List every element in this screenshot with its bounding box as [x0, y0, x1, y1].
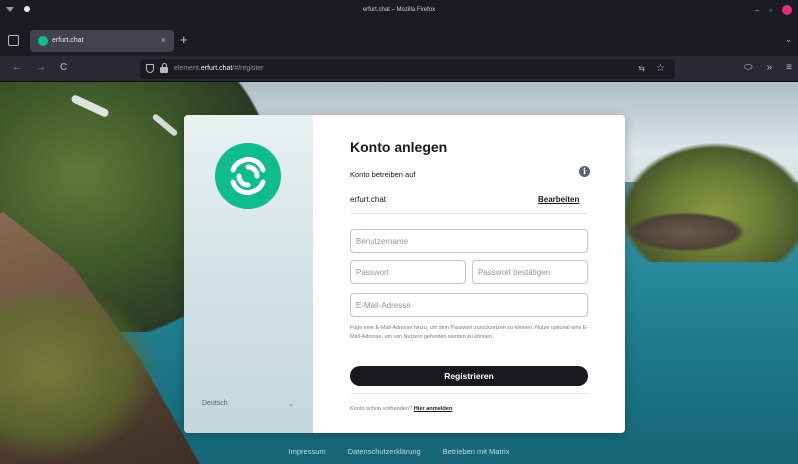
extensions-icon[interactable]: ⬭ — [744, 62, 753, 73]
page-title: Konto anlegen — [350, 139, 448, 155]
tracking-protection-icon[interactable] — [146, 64, 154, 73]
element-logo-icon — [230, 156, 266, 196]
tab-label: erfurt.chat — [52, 37, 84, 44]
url-path: /#/register — [232, 65, 264, 72]
maximize-button[interactable]: ▫ — [769, 6, 772, 15]
password-field[interactable] — [350, 260, 466, 284]
login-link[interactable]: Hier anmelden — [414, 406, 453, 412]
register-button[interactable]: Registrieren — [350, 366, 588, 386]
new-tab-button[interactable]: + — [180, 32, 188, 47]
powered-by-link[interactable]: Betrieben mit Matrix — [443, 447, 510, 456]
forward-button[interactable]: → — [36, 62, 46, 73]
chevron-down-icon: ⌄ — [288, 401, 294, 408]
homeserver-name: erfurt.chat — [350, 195, 387, 204]
element-favicon-icon — [38, 36, 48, 46]
login-prompt: Konto schon vorhanden? Hier anmelden — [350, 406, 452, 412]
host-label: Konto betreiben auf — [350, 170, 416, 179]
page-footer: Impressum Datenschutzerklärung Betrieben… — [0, 447, 798, 456]
translate-icon[interactable]: ⇆ — [638, 64, 645, 73]
username-field[interactable] — [350, 229, 588, 253]
info-icon[interactable]: i — [579, 166, 590, 177]
imprint-link[interactable]: Impressum — [289, 447, 326, 456]
login-prompt-text: Konto schon vorhanden? — [350, 406, 413, 412]
email-field[interactable] — [350, 293, 588, 317]
background-island — [626, 212, 746, 252]
list-all-tabs-icon[interactable]: ⌄ — [785, 35, 792, 44]
url-text[interactable]: element.erfurt.chat/#/register — [174, 65, 264, 72]
edit-homeserver-link[interactable]: Bearbeiten — [538, 195, 579, 204]
close-window-button[interactable] — [782, 5, 792, 15]
lock-icon[interactable] — [160, 63, 168, 73]
tab-close-button[interactable]: × — [161, 35, 166, 45]
privacy-link[interactable]: Datenschutzerklärung — [348, 447, 421, 456]
back-button[interactable]: ← — [12, 62, 22, 73]
email-hint: Füge eine E-Mail-Adresse hinzu, um dein … — [350, 325, 589, 340]
tab-erfurt-chat[interactable]: erfurt.chat × — [30, 30, 174, 52]
tab-strip: erfurt.chat × + ⌄ — [0, 26, 798, 56]
register-form-pane: Konto anlegen Konto betreiben auf i erfu… — [313, 115, 625, 433]
password-confirm-field[interactable] — [472, 260, 588, 284]
divider — [350, 213, 588, 214]
url-host: erfurt.chat — [200, 65, 233, 72]
language-dropdown[interactable]: Deutsch ⌄ — [202, 400, 296, 416]
reload-button[interactable]: C — [60, 62, 67, 73]
navigation-toolbar: ← → C element.erfurt.chat/#/register ⇆ ☆… — [0, 56, 798, 82]
divider — [350, 393, 588, 394]
firefox-view-icon[interactable] — [8, 35, 19, 46]
bookmark-star-icon[interactable]: ☆ — [656, 63, 665, 74]
url-prefix: element. — [174, 65, 201, 72]
app-menu-icon[interactable]: ≡ — [786, 62, 792, 73]
address-bar[interactable]: element.erfurt.chat/#/register ⇆ ☆ — [140, 59, 675, 79]
language-selected: Deutsch — [202, 400, 228, 407]
background-moss — [0, 282, 160, 462]
window-title: erfurt.chat – Mozilla Firefox — [362, 7, 436, 13]
window-titlebar: erfurt.chat – Mozilla Firefox – ▫ — [0, 0, 798, 26]
element-logo — [215, 143, 281, 209]
overflow-menu-icon[interactable]: » — [767, 62, 773, 73]
register-dialog: Deutsch ⌄ Konto anlegen Konto betreiben … — [184, 115, 625, 433]
minimize-button[interactable]: – — [755, 6, 759, 15]
dialog-branding-pane: Deutsch ⌄ — [184, 115, 313, 433]
page-viewport: Deutsch ⌄ Konto anlegen Konto betreiben … — [0, 82, 798, 464]
